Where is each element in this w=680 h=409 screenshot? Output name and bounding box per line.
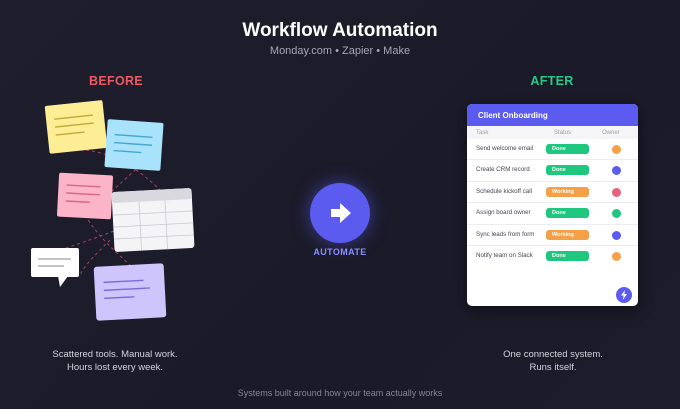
task-name: Assign board owner: [476, 209, 531, 217]
owner-avatar[interactable]: [612, 166, 621, 176]
automate-label: AUTOMATE: [313, 247, 367, 257]
after-caption: One connected system. Runs itself.: [478, 348, 628, 374]
yellow-sticky-note: [44, 100, 108, 154]
status-badge[interactable]: Working: [546, 229, 589, 240]
page-subtitle: Monday.com • Zapier • Make: [269, 45, 411, 57]
task-name: Sync leads from form: [476, 230, 535, 238]
before-caption: Scattered tools. Manual work. Hours lost…: [40, 348, 190, 374]
footer-tagline: Systems built around how your team actua…: [237, 388, 443, 398]
task-name: Send welcome email: [476, 145, 534, 152]
dashed-connectors: [59, 149, 161, 276]
board-title: Client Onboarding: [467, 104, 638, 126]
automation-bolt-button[interactable]: [616, 287, 632, 303]
lightning-bolt-icon: [621, 290, 627, 300]
chat-bubble-icon: [31, 248, 79, 287]
page-title: Workflow Automation: [242, 20, 438, 41]
owner-avatar[interactable]: [612, 251, 621, 261]
after-caption-line2: Runs itself.: [529, 362, 577, 373]
owner-avatar[interactable]: [612, 209, 621, 219]
status-badge[interactable]: Done: [546, 144, 589, 154]
task-name: Schedule kickoff call: [476, 187, 532, 195]
table-row[interactable]: Sync leads from form Working: [467, 225, 638, 246]
board-rows: Send welcome email Done Create CRM record D…: [467, 139, 638, 267]
owner-avatar[interactable]: [612, 145, 621, 154]
after-caption-line1: One connected system.: [503, 349, 603, 360]
table-row[interactable]: Notify team on Slack Done: [467, 246, 638, 267]
client-onboarding-board: Client Onboarding Task Status Owner Send…: [467, 104, 638, 306]
blue-sticky-note: [104, 119, 164, 171]
status-badge[interactable]: Done: [546, 165, 589, 176]
before-caption-line2: Hours lost every week.: [66, 362, 164, 373]
column-header-status: Status: [554, 130, 572, 136]
column-header-owner: Owner: [602, 130, 620, 136]
automate-button[interactable]: [310, 183, 370, 243]
before-caption-line1: Scattered tools. Manual work.: [52, 349, 178, 360]
table-row[interactable]: Schedule kickoff call Working: [467, 182, 638, 204]
owner-avatar[interactable]: [612, 230, 621, 240]
table-row[interactable]: Send welcome email Done: [467, 139, 638, 161]
arrow-right-icon: [331, 203, 351, 223]
table-row[interactable]: Create CRM record Done: [467, 160, 638, 182]
purple-note-card: [93, 263, 167, 321]
status-badge[interactable]: Working: [546, 186, 589, 197]
board-column-headers: Task Status Owner: [467, 126, 638, 139]
pink-sticky-note: [56, 172, 114, 220]
owner-avatar[interactable]: [612, 187, 621, 197]
table-row[interactable]: Assign board owner Done: [467, 203, 638, 225]
status-badge[interactable]: Done: [546, 208, 589, 219]
before-label: BEFORE: [89, 74, 143, 88]
task-name: Create CRM record: [476, 166, 530, 174]
status-badge[interactable]: Done: [546, 250, 589, 261]
spreadsheet-card: [111, 188, 195, 252]
after-label: AFTER: [530, 74, 574, 88]
task-name: Notify team on Slack: [476, 251, 533, 259]
column-header-task: Task: [476, 130, 489, 136]
